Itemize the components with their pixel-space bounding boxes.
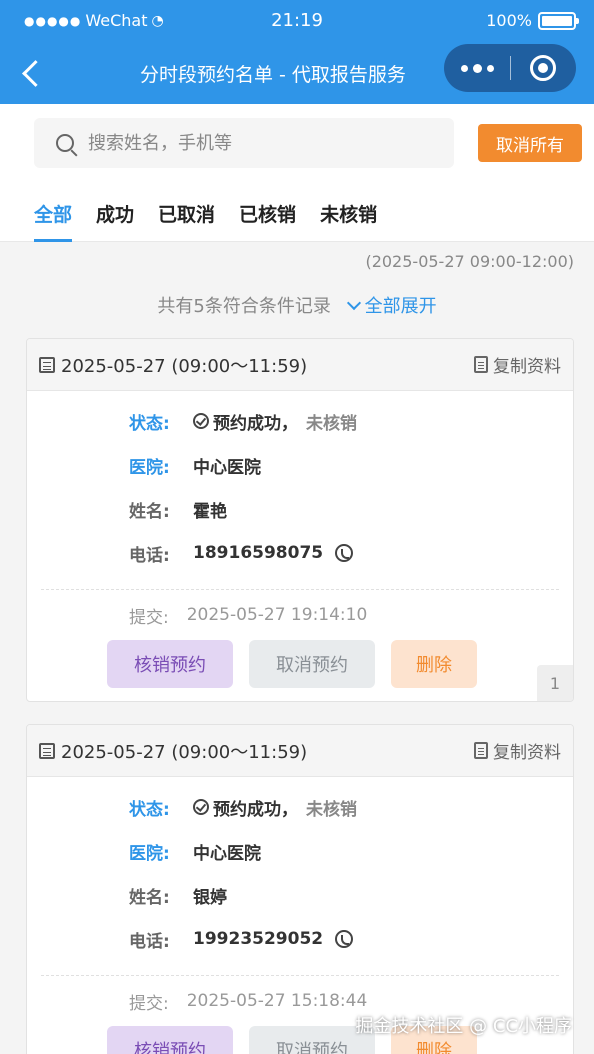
copy-info-button[interactable]: 复制资料 (474, 738, 561, 763)
top-bar: ●●●●● WeChat ◔ 21:19 100% 分时段预约名单 - 代取报告… (0, 0, 594, 104)
battery-icon (538, 11, 579, 30)
status-row: 状态: 预约成功， 未核销 (129, 785, 573, 829)
more-icon[interactable] (444, 44, 510, 92)
close-icon[interactable] (511, 44, 575, 92)
submit-time: 2025-05-27 19:14:10 (186, 605, 368, 625)
calendar-icon (39, 356, 55, 373)
submit-row: 提交: 2025-05-27 19:14:10 (27, 590, 573, 640)
record-actions: 核销预约 取消预约 删除 (27, 640, 573, 701)
back-icon[interactable] (18, 56, 46, 90)
status-value: 预约成功， 未核销 (193, 795, 357, 820)
verify-button[interactable]: 核销预约 (107, 1026, 233, 1054)
status-label: 状态: (129, 413, 170, 434)
search-box (34, 118, 454, 168)
name-label: 姓名: (129, 501, 170, 522)
battery: 100% (486, 11, 579, 30)
copy-info-button[interactable]: 复制资料 (474, 352, 561, 377)
phone-label: 电话: (129, 931, 170, 952)
hospital-value: 中心医院 (193, 457, 261, 478)
submit-label: 提交: (129, 607, 169, 628)
filter-panel: 取消所有 全部 成功 已取消 已核销 未核销 (0, 104, 594, 242)
record-header: 2025-05-27 (09:00～11:59) 复制资料 (27, 725, 573, 777)
expand-all-label: 全部展开 (364, 296, 437, 317)
status-row: 状态: 预约成功， 未核销 (129, 399, 573, 443)
record-card: 2025-05-27 (09:00～11:59) 复制资料 状态: 预约成功， 未… (26, 724, 574, 1054)
name-label: 姓名: (129, 887, 170, 908)
record-index-badge: 1 (537, 665, 573, 701)
record-details: 状态: 预约成功， 未核销 医院: 中心医院 姓名: 霍艳 电话: 1891659… (27, 391, 573, 575)
phone-call-icon[interactable] (335, 930, 354, 948)
document-icon (474, 742, 488, 759)
status-label: 状态: (129, 799, 170, 820)
chevron-down-icon (346, 295, 361, 311)
status-bar: ●●●●● WeChat ◔ 21:19 100% (0, 0, 594, 42)
hospital-value: 中心医院 (193, 843, 261, 864)
site-watermark: 掘金技术社区 @ CC小程序 (355, 1016, 572, 1037)
verify-status: 未核销 (306, 799, 357, 820)
submit-label: 提交: (129, 993, 169, 1014)
document-icon (474, 356, 488, 373)
battery-percent: 100% (486, 11, 532, 30)
record-date-text: 2025-05-27 (09:00～11:59) (61, 355, 308, 377)
calendar-icon (39, 742, 55, 759)
cancel-booking-button[interactable]: 取消预约 (249, 640, 375, 688)
record-date: 2025-05-27 (09:00～11:59) (39, 352, 307, 378)
tab-success[interactable]: 成功 (96, 200, 134, 240)
tab-verified[interactable]: 已核销 (239, 200, 296, 240)
verify-status: 未核销 (306, 413, 357, 434)
phone-number: 18916598075 (193, 543, 324, 563)
name-value: 霍艳 (193, 501, 227, 522)
page-title: 分时段预约名单 - 代取报告服务 (140, 64, 406, 86)
hospital-row: 医院: 中心医院 (129, 443, 573, 487)
phone-label: 电话: (129, 545, 170, 566)
search-input[interactable] (88, 132, 428, 154)
record-header: 2025-05-27 (09:00～11:59) 复制资料 (27, 339, 573, 391)
phone-row: 电话: 19923529052 (129, 917, 573, 961)
record-count: 共有5条符合条件记录 (157, 296, 331, 317)
copy-info-label: 复制资料 (493, 743, 561, 763)
phone-number: 19923529052 (193, 929, 324, 949)
status-text: 预约成功， (213, 799, 298, 820)
nav-bar: 分时段预约名单 - 代取报告服务 (0, 42, 594, 104)
name-row: 姓名: 银婷 (129, 873, 573, 917)
record-details: 状态: 预约成功， 未核销 医院: 中心医院 姓名: 银婷 电话: 1992352… (27, 777, 573, 961)
hospital-label: 医院: (129, 457, 170, 478)
tab-all[interactable]: 全部 (34, 200, 73, 242)
record-summary: 共有5条符合条件记录 全部展开 (0, 292, 594, 318)
record-date-text: 2025-05-27 (09:00～11:59) (61, 741, 308, 763)
phone-call-icon[interactable] (335, 544, 354, 562)
delete-button[interactable]: 删除 (391, 640, 477, 688)
phone-row: 电话: 18916598075 (129, 531, 573, 575)
phone-value: 19923529052 (193, 929, 354, 949)
search-icon (56, 134, 74, 152)
check-circle-icon (193, 413, 209, 429)
hospital-label: 医院: (129, 843, 170, 864)
tab-unverified[interactable]: 未核销 (320, 200, 377, 240)
hospital-row: 医院: 中心医院 (129, 829, 573, 873)
time-range: (2025-05-27 09:00-12:00) (365, 252, 574, 271)
submit-time: 2025-05-27 15:18:44 (186, 991, 368, 1011)
verify-button[interactable]: 核销预约 (107, 640, 233, 688)
name-row: 姓名: 霍艳 (129, 487, 573, 531)
record-date: 2025-05-27 (09:00～11:59) (39, 738, 307, 764)
name-value: 银婷 (193, 887, 227, 908)
expand-all-button[interactable]: 全部展开 (346, 295, 437, 317)
phone-value: 18916598075 (193, 543, 354, 563)
copy-info-label: 复制资料 (493, 357, 561, 377)
record-card: 2025-05-27 (09:00～11:59) 复制资料 状态: 预约成功， 未… (26, 338, 574, 702)
mini-program-capsule (444, 44, 576, 92)
status-tabs: 全部 成功 已取消 已核销 未核销 (34, 200, 401, 242)
status-value: 预约成功， 未核销 (193, 409, 357, 434)
tab-cancelled[interactable]: 已取消 (158, 200, 215, 240)
cancel-all-button[interactable]: 取消所有 (478, 124, 582, 162)
check-circle-icon (193, 799, 209, 815)
status-text: 预约成功， (213, 413, 298, 434)
